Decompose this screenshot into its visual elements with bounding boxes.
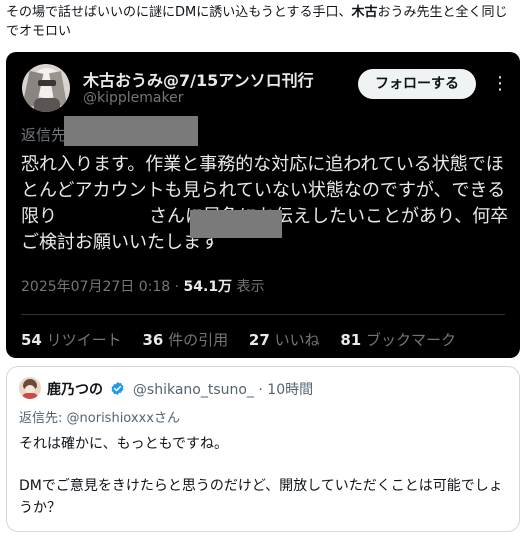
reply-body: それは確かに、もっともですね。 DMでご意見をきけたらと思うのだけど、開放してい… — [19, 433, 509, 536]
post-time[interactable]: 10時間 — [267, 382, 313, 398]
display-name[interactable]: 木古おうみ@7/15アンソロ刊行 — [83, 67, 314, 91]
redaction-box — [64, 116, 198, 146]
engagement-stats: 54 リツイート 36 件の引用 27 いいね 81 ブックマーク — [21, 329, 472, 350]
mention-link[interactable]: @norishioxxxさん — [67, 411, 180, 426]
more-options-icon[interactable]: ⋮ — [490, 70, 510, 98]
reply-to-label: 返信先 — [21, 126, 67, 144]
reply-to-line: 返信先: @norishioxxxさん — [19, 411, 180, 426]
views-count: 54.1万 — [183, 279, 233, 295]
reply-tweet-card[interactable]: 鹿乃つの @shikano_tsuno_ · 10時間 返信先: @norish… — [6, 366, 520, 532]
reply-paragraph: DMでご意見をきけたらと思うのだけど、開放していただくことは可能でしょうか？ — [19, 478, 503, 516]
reply-paragraph: それは確かに、もっともですね。 — [19, 436, 229, 452]
divider — [21, 314, 505, 315]
display-name[interactable]: 鹿乃つの — [47, 382, 103, 398]
user-handle[interactable]: @kipplemaker — [83, 90, 183, 106]
tweet-meta: 2025年07月27日 0:18 · 54.1万 表示 — [21, 279, 265, 295]
quoted-tweet-card[interactable]: 木古おうみ@7/15アンソロ刊行 @kipplemaker フォローする ⋮ 返… — [6, 52, 520, 358]
avatar[interactable] — [22, 64, 70, 112]
retweets-stat[interactable]: 54 リツイート — [21, 331, 122, 349]
reply-header: 鹿乃つの @shikano_tsuno_ · 10時間 — [47, 381, 314, 398]
tweet-body: 恐れ入ります。作業と事務的な対応に追われている状態でほとんどアカウントも見られて… — [21, 154, 509, 253]
views-label: 表示 — [236, 279, 265, 295]
bookmarks-stat[interactable]: 81 ブックマーク — [340, 331, 456, 349]
caption-bold-name: 木古 — [351, 5, 378, 20]
caption-text: その場で話せばいいのに謎にDMに誘い込もうとする手口、木古おうみ先生と全く同じで… — [6, 5, 508, 39]
follow-button[interactable]: フォローする — [358, 69, 476, 99]
quotes-stat[interactable]: 36 件の引用 — [142, 331, 228, 349]
timestamp[interactable]: 2025年07月27日 0:18 — [21, 279, 170, 295]
likes-stat[interactable]: 27 いいね — [249, 331, 320, 349]
verified-badge-icon — [112, 381, 124, 396]
avatar[interactable] — [19, 377, 41, 399]
redaction-box — [190, 210, 282, 238]
user-handle[interactable]: @shikano_tsuno_ — [133, 382, 254, 398]
